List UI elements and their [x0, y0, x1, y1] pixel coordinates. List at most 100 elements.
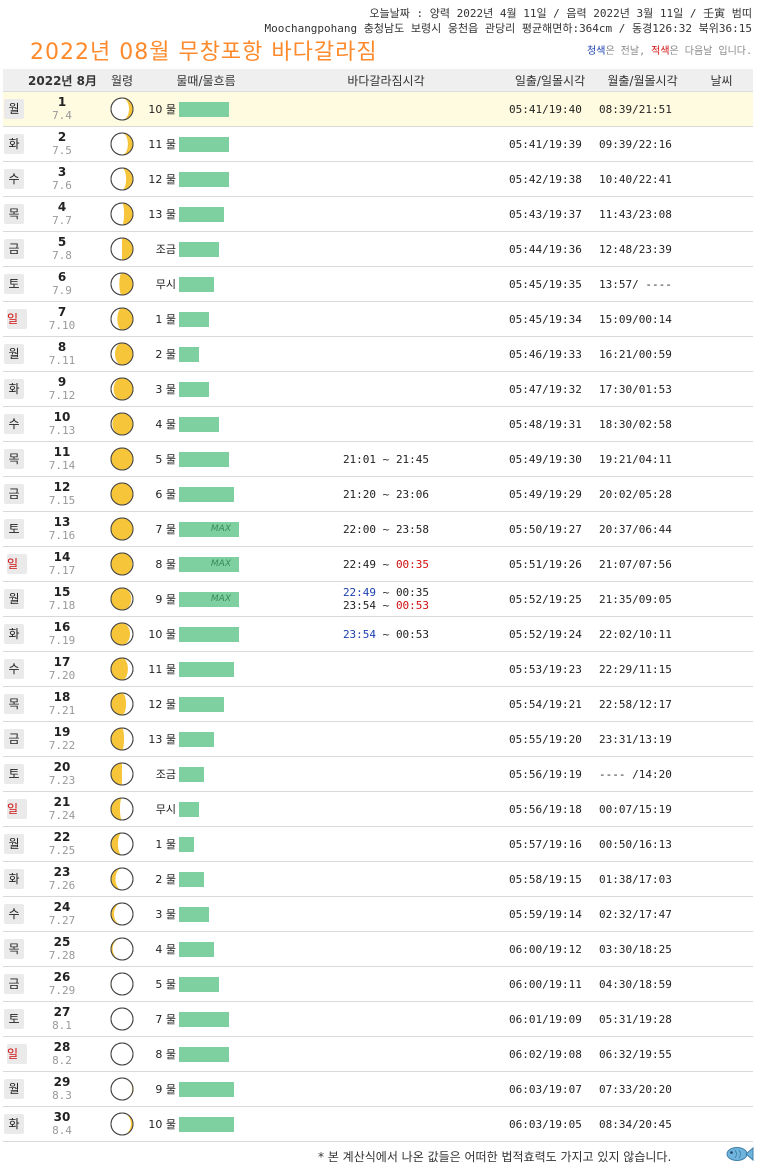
- date-cell: 15 7.18: [25, 581, 99, 617]
- date-cell: 6 7.9: [25, 266, 99, 302]
- lunar-date: 7.7: [52, 214, 72, 227]
- solar-day: 3: [57, 165, 67, 179]
- tide-flow-bar: MAX: [179, 521, 239, 537]
- solar-day: 6: [57, 270, 67, 284]
- moon-phase-icon: [110, 167, 134, 191]
- moonrise-moonset: 01:38/17:03: [595, 861, 690, 897]
- tide-flow-bar: [179, 381, 209, 397]
- moon-phase-cell: [99, 476, 145, 512]
- weekday-label: 일: [7, 554, 27, 574]
- table-row: 화 30 8.4 10 물 06:03/19:05 08:34/20:45: [3, 1106, 753, 1142]
- weather-cell: [690, 616, 753, 652]
- header-year-month: 2022년 8月: [3, 69, 99, 92]
- tide-cell: 9 물: [145, 1071, 267, 1107]
- tide-cell: 4 물: [145, 406, 267, 442]
- table-row: 일 7 7.10 1 물 05:45/19:34 15:09/00:14: [3, 301, 753, 337]
- weather-cell: [690, 1106, 753, 1142]
- moonrise-moonset: 00:50/16:13: [595, 826, 690, 862]
- solar-day: 25: [53, 935, 71, 949]
- moon-phase-icon: [110, 202, 134, 226]
- moonrise-moonset: 23:31/13:19: [595, 721, 690, 757]
- tide-label: 7 물: [155, 1013, 176, 1026]
- table-row: 월 22 7.25 1 물 05:57/19:16 00:50/16:13: [3, 826, 753, 862]
- moonrise-moonset: 04:30/18:59: [595, 966, 690, 1002]
- parting-cell: [267, 861, 505, 897]
- parting-cell: [267, 756, 505, 792]
- lunar-date: 7.5: [52, 144, 72, 157]
- weekday-label: 월: [4, 589, 24, 609]
- weather-cell: [690, 581, 753, 617]
- weekday-label: 월: [4, 834, 24, 854]
- lunar-date: 7.28: [48, 949, 76, 962]
- moon-phase-icon: [110, 902, 134, 926]
- weekday-label: 화: [4, 869, 24, 889]
- tide-flow-bar: [179, 766, 204, 782]
- moonrise-moonset: 18:30/02:58: [595, 406, 690, 442]
- parting-cell: [267, 161, 505, 197]
- table-row: 일 28 8.2 8 물 06:02/19:08 06:32/19:55: [3, 1036, 753, 1072]
- moonrise-moonset: 12:48/23:39: [595, 231, 690, 267]
- weekday-label: 화: [4, 1114, 24, 1134]
- weekday-label: 월: [4, 1079, 24, 1099]
- tide-flow-bar: [179, 661, 234, 677]
- tide-label: 12 물: [148, 698, 176, 711]
- lunar-date: 7.15: [48, 494, 76, 507]
- table-row: 월 15 7.18 9 물 MAX 22:49 ~ 00:35 23:54 ~ 00:53 0…: [3, 581, 753, 617]
- parting-cell: [267, 1106, 505, 1142]
- moon-phase-cell: [99, 616, 145, 652]
- table-row: 수 17 7.20 11 물 05:53/19:23 22:29/11:15: [3, 651, 753, 687]
- date-cell: 1 7.4: [25, 91, 99, 127]
- tide-cell: 조금: [145, 231, 267, 267]
- moon-phase-cell: [99, 896, 145, 932]
- fish-icon: [726, 1146, 754, 1162]
- moon-phase-icon: [110, 412, 134, 436]
- moonrise-moonset: 22:02/10:11: [595, 616, 690, 652]
- tide-flow-bar: [179, 206, 224, 222]
- parting-time: 23:54 ~ 00:53: [342, 599, 430, 612]
- date-cell: 12 7.15: [25, 476, 99, 512]
- date-cell: 26 7.29: [25, 966, 99, 1002]
- tide-label: 7 물: [155, 523, 176, 536]
- tide-flow-bar: [179, 801, 199, 817]
- parting-cell: [267, 336, 505, 372]
- tide-label: 12 물: [148, 173, 176, 186]
- weekday-cell: 토: [3, 756, 25, 792]
- weekday-label: 월: [4, 99, 24, 119]
- weather-cell: [690, 371, 753, 407]
- date-cell: 14 7.17: [25, 546, 99, 582]
- table-row: 토 27 8.1 7 물 06:01/19:09 05:31/19:28: [3, 1001, 753, 1037]
- tide-label: 11 물: [148, 138, 176, 151]
- tide-label: 6 물: [155, 488, 176, 501]
- weekday-label: 화: [4, 379, 24, 399]
- weekday-cell: 일: [3, 791, 27, 827]
- moon-phase-cell: [99, 756, 145, 792]
- weekday-label: 목: [4, 449, 24, 469]
- sunrise-sunset: 06:03/19:07: [505, 1071, 595, 1107]
- moon-phase-cell: [99, 651, 145, 687]
- date-cell: 5 7.8: [25, 231, 99, 267]
- moon-phase-icon: [110, 97, 134, 121]
- tide-cell: 8 물 MAX: [145, 546, 267, 582]
- parting-start: 22:49: [342, 586, 377, 599]
- table-row: 화 2 7.5 11 물 05:41/19:39 09:39/22:16: [3, 126, 753, 162]
- date-cell: 22 7.25: [25, 826, 99, 862]
- weather-cell: [690, 336, 753, 372]
- solar-day: 17: [53, 655, 71, 669]
- moon-phase-icon: [110, 1042, 134, 1066]
- lunar-date: 8.4: [52, 1124, 72, 1137]
- tide-label: 11 물: [148, 663, 176, 676]
- weekday-cell: 토: [3, 511, 25, 547]
- moon-phase-cell: [99, 966, 145, 1002]
- sunrise-sunset: 05:56/19:19: [505, 756, 595, 792]
- moon-phase-icon: [110, 517, 134, 541]
- tide-label: 3 물: [155, 908, 176, 921]
- weekday-cell: 토: [3, 266, 25, 302]
- weekday-cell: 월: [3, 1071, 25, 1107]
- moon-phase-cell: [99, 1071, 145, 1107]
- moon-phase-cell: [99, 301, 145, 337]
- weekday-label: 수: [4, 659, 24, 679]
- solar-day: 12: [53, 480, 71, 494]
- sunrise-sunset: 06:00/19:11: [505, 966, 595, 1002]
- solar-day: 28: [53, 1040, 71, 1054]
- weather-cell: [690, 231, 753, 267]
